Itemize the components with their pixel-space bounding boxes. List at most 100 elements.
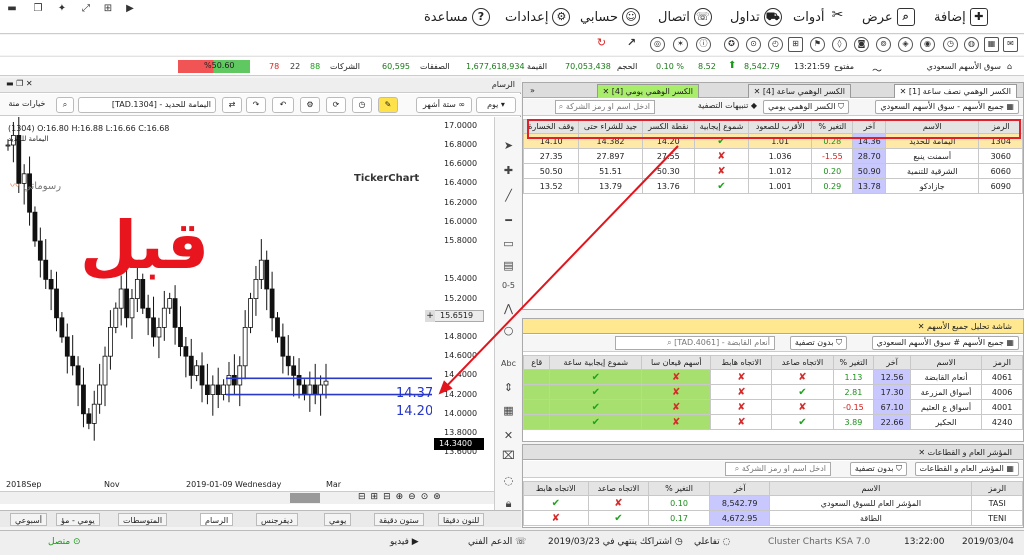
table-row[interactable]: ✔ ✘ 0.10 8,542.79 المؤشر العام للسوق السعودي… <box>523 495 1023 511</box>
refresh-chart-button[interactable]: ⟳ <box>326 97 346 113</box>
text-icon[interactable]: Abc <box>500 355 517 372</box>
pattern-icon[interactable]: ⋀ <box>500 300 517 317</box>
chart-tab[interactable]: للنون دقيقا <box>438 513 485 526</box>
range-select[interactable]: ستة أشهر ∞ <box>416 97 472 113</box>
redo-button[interactable]: ↷ <box>246 97 266 113</box>
time-icon[interactable]: ◴ <box>768 37 783 52</box>
tab-half-hour[interactable]: الكسر الوهمي نصف ساعة [1] ✕ <box>893 84 1017 98</box>
mail-icon[interactable]: ✉ <box>1003 37 1018 52</box>
chart-tab[interactable]: الرسام <box>200 513 234 526</box>
menu-view[interactable]: عرض ⌕ <box>862 6 915 28</box>
pointer-icon[interactable]: ➤ <box>500 137 517 154</box>
panel3-search-input[interactable]: ادخل اسم او رمز الشركة ⌕ <box>725 462 831 476</box>
menu-trade[interactable]: تداول ⛟ <box>730 6 782 28</box>
menu-connect[interactable]: اتصال ☏ <box>658 6 712 28</box>
chart-tab[interactable]: أسبوعي <box>10 513 47 526</box>
refresh-icon[interactable]: ↻ <box>594 37 609 52</box>
calendar-icon[interactable]: ▦ <box>984 37 999 52</box>
period-select[interactable]: يوم ▾ <box>476 97 516 113</box>
column-header[interactable]: أسهم قيعان سا <box>641 355 712 370</box>
grid-icon[interactable]: ⊞ <box>788 37 803 52</box>
window-buttons-icon[interactable]: ▬ ❐ ✕ <box>6 79 33 88</box>
chart-tab[interactable]: ديفرجنس <box>256 513 298 526</box>
panel2-filter-button[interactable]: ⛉ بدون تصفية <box>789 336 847 350</box>
flag-icon[interactable]: ⚑ <box>810 37 825 52</box>
column-header[interactable]: الرمز <box>981 355 1023 370</box>
menu-add[interactable]: إضافة ✚ <box>934 6 988 28</box>
table-row[interactable]: 13.52 13.79 13.76 ✔ 1.001 0.29 13.78 جازادكو 609… <box>522 178 1023 194</box>
hline-icon[interactable]: ━ <box>500 212 517 229</box>
filter-icon[interactable]: ◈ <box>898 37 913 52</box>
chart-tab[interactable]: يومي <box>324 513 352 526</box>
table-row[interactable]: 50.50 51.51 50.30 ✘ 1.012 0.20 50.90 الشرقية لل… <box>522 163 1023 179</box>
column-header[interactable]: آخر <box>708 481 771 496</box>
column-header[interactable]: الاتجاه هابط <box>710 355 773 370</box>
medal-icon[interactable]: ✪ <box>724 37 739 52</box>
undo-button[interactable]: ↶ <box>272 97 294 113</box>
column-header[interactable]: التغير % <box>648 481 710 496</box>
column-header[interactable]: الاتجاه صاعد <box>587 481 650 496</box>
menu-settings[interactable]: إعدادات ⚙ <box>505 6 571 28</box>
column-header[interactable]: آخر <box>873 355 911 370</box>
drawings-label[interactable]: رسوماتي 〰 <box>10 177 61 192</box>
magnet-icon[interactable]: ⌧ <box>500 447 517 464</box>
channel-icon[interactable]: ▤ <box>500 257 517 274</box>
clock-button[interactable]: ◷ <box>352 97 372 113</box>
column-header[interactable]: التغير % <box>832 355 875 370</box>
drop-icon[interactable]: ◊ <box>832 37 847 52</box>
table-row[interactable]: 27.35 27.897 27.55 ✘ 1.036 1.55- 28.70 أسمنت ين… <box>522 148 1023 164</box>
column-header[interactable]: الاتجاه صاعد <box>771 355 834 370</box>
chart-icon[interactable]: ◷ <box>943 37 958 52</box>
tab-hour[interactable]: الكسر الوهمي ساعة [4] ✕ <box>747 84 851 98</box>
add-line-icon[interactable]: + <box>425 310 435 322</box>
chart-plot[interactable]: (1304) O:16.80 H:16.88 L:16.66 C:16.68 ا… <box>0 117 440 487</box>
compass-icon[interactable]: ◎ <box>650 37 665 52</box>
arrow-icon[interactable]: ⇕ <box>500 379 517 396</box>
zoom-controls-icon[interactable]: ⊟⊞⊟⊕⊖⊙⊛ <box>358 492 446 502</box>
panel1-search-input[interactable]: ادخل اسم او رمز الشركة ⌕ <box>555 100 655 114</box>
trendline-icon[interactable]: ╱ <box>500 187 517 204</box>
globe-icon[interactable]: ◍ <box>964 37 979 52</box>
table-row[interactable]: ✔ ✘ ✘ ✘ 0.15- 67.10 أسواق ع العثيم 4001 <box>522 399 1023 415</box>
restore-button[interactable]: ❐ <box>28 1 48 16</box>
panel2-search-input[interactable]: أنعام القابضة - [TAD.4061] ⌕ <box>615 336 775 350</box>
panel3-filter-button[interactable]: ⛉ بدون تصفية <box>849 462 907 476</box>
chart-scroll[interactable]: ⊟⊞⊟⊕⊖⊙⊛ <box>0 491 494 504</box>
column-header[interactable]: الاتجاه هابط <box>523 481 589 496</box>
panel2-market-button[interactable]: ▦ جميع الأسهم # سوق الأسهم السعودي <box>871 336 1019 350</box>
fibonacci-icon[interactable]: 0-5 <box>500 277 517 294</box>
chart-tab[interactable]: المتوسطات <box>118 513 168 526</box>
tab-daily[interactable]: الكسر الوهمي يومي [4] ✕ <box>596 84 699 98</box>
menu-account[interactable]: حسابي ☺ <box>580 6 641 28</box>
crosshair-icon[interactable]: ✚ <box>500 162 517 179</box>
star-icon[interactable]: ✶ <box>673 37 688 52</box>
hide-icon[interactable]: ◌ <box>500 472 517 489</box>
info-icon[interactable]: ⓘ <box>696 37 711 52</box>
status-support[interactable]: الدعم الفني ☏ <box>468 537 526 547</box>
table-row[interactable]: ✔ ✘ ✘ ✘ 1.13 12.56 أنعام القابضة 4061 <box>522 369 1023 385</box>
panel1-filter-button[interactable]: ⛉ الكسر الوهمي يومي <box>763 100 849 114</box>
eye-icon[interactable]: ◉ <box>920 37 935 52</box>
status-video[interactable]: فيديو ▶ <box>390 537 419 547</box>
draw-tool-button[interactable]: ✎ <box>378 97 398 113</box>
table-row[interactable]: ✔ ✘ ✘ ✔ 2.81 17.30 أسواق المزرعة 4006 <box>522 384 1023 400</box>
symbol-input[interactable]: اليمامة للحديد - [TAD.1304] <box>78 97 216 113</box>
resize-icon[interactable]: ⤢ <box>76 1 96 16</box>
settings-chart-button[interactable]: ⚙ <box>300 97 320 113</box>
panel3-market-button[interactable]: ▦ المؤشر العام و القطاعات <box>914 462 1019 476</box>
panel1-alerts-button[interactable]: ◆ تنبيهات التصفية <box>693 100 761 114</box>
scroll-thumb[interactable] <box>290 493 320 503</box>
circle-icon[interactable]: ○ <box>500 322 517 339</box>
column-header[interactable]: الاسم <box>909 355 983 370</box>
column-header[interactable]: الرمز <box>971 481 1023 496</box>
trend-icon[interactable]: ↗ <box>624 37 639 52</box>
chart-tab[interactable]: يومي - مؤ <box>56 513 100 526</box>
menu-tools[interactable]: أدوات ✂ <box>793 6 847 28</box>
chart-tab[interactable]: ستون دقيقة <box>374 513 424 526</box>
column-header[interactable]: قاع <box>522 355 551 370</box>
column-header[interactable]: شموع إيجابية ساعة <box>549 355 643 370</box>
table-row[interactable]: ✔ ✘ ✘ ✔ 3.89 22.66 الحكير 4240 <box>522 414 1023 430</box>
panel1-market-button[interactable]: ▦ جميع الأسهم - سوق الأسهم السعودي <box>875 100 1019 114</box>
table-row[interactable]: ✘ ✔ 0.17 4,672.95 الطاقة TENI <box>523 510 1023 526</box>
panel2-title[interactable]: شاشة تحليل جميع الأسهم ✕ <box>913 320 1017 334</box>
